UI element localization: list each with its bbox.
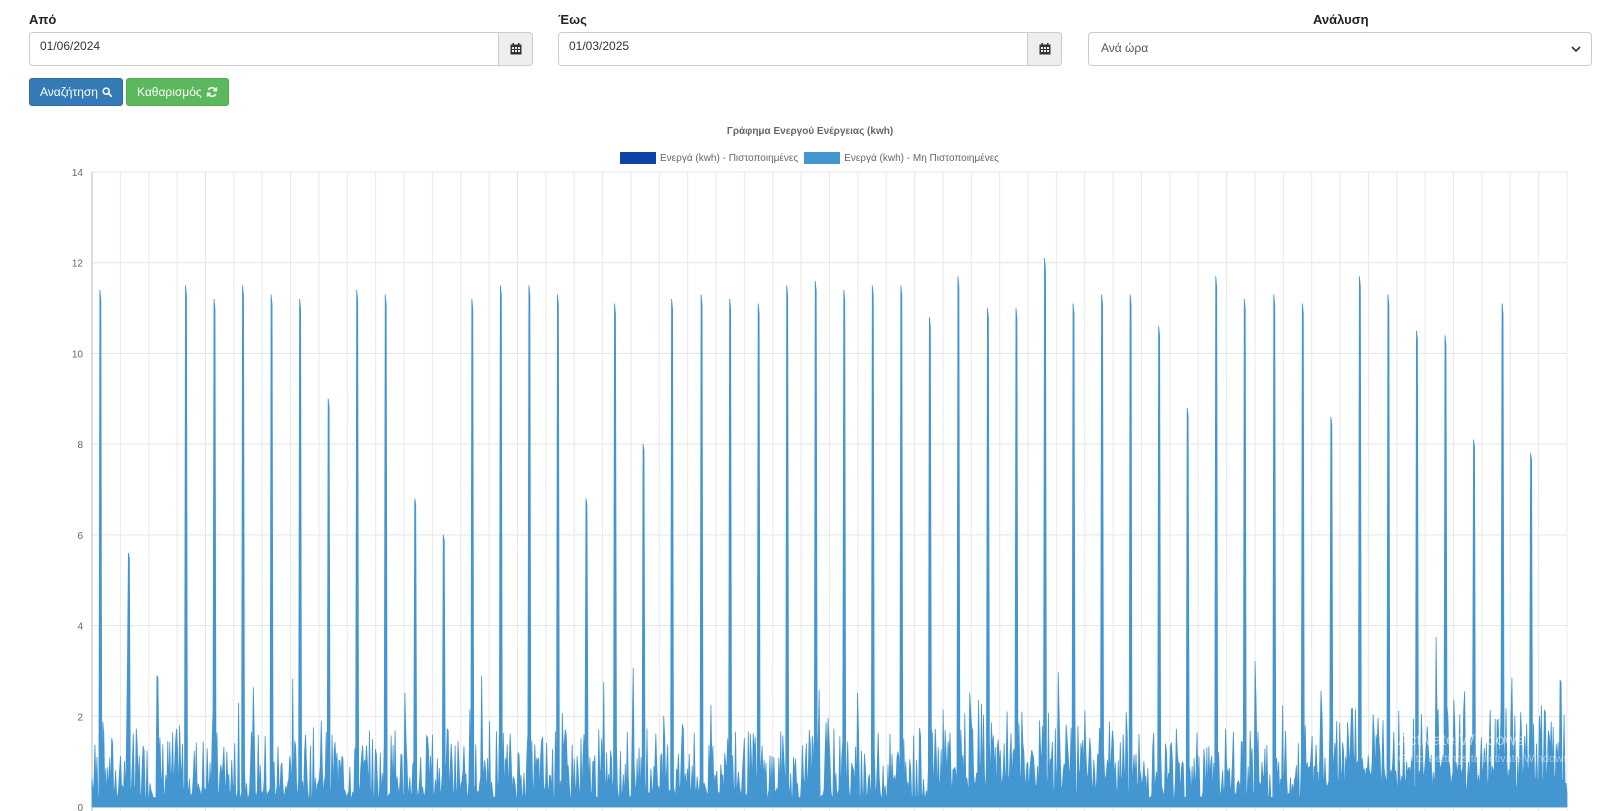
- calendar-icon: [510, 43, 521, 55]
- refresh-icon: [206, 87, 217, 97]
- y-tick-label: 12: [72, 259, 84, 270]
- reset-button-label: Καθαρισμός: [137, 85, 202, 99]
- reset-button[interactable]: Καθαρισμός: [126, 78, 229, 106]
- windows-watermark: Activate Windows Go to Settings to activ…: [1398, 732, 1572, 768]
- y-tick-label: 6: [77, 531, 83, 542]
- to-date-group: 01/03/2025: [558, 32, 1062, 66]
- energy-chart: 0 2 4 6 8 10 12 14: [72, 168, 1568, 811]
- y-tick-label: 14: [72, 168, 84, 179]
- watermark-line2: Go to Settings to activate Windows.: [1398, 753, 1572, 765]
- y-tick-label: 2: [77, 712, 83, 723]
- y-tick-label: 10: [72, 349, 84, 360]
- from-label: Από: [29, 12, 57, 27]
- watermark-line1: Activate Windows: [1398, 732, 1525, 749]
- search-button[interactable]: Αναζήτηση: [29, 78, 123, 106]
- to-calendar-button[interactable]: [1028, 32, 1062, 66]
- analysis-select[interactable]: Ανά ώρα: [1088, 32, 1592, 66]
- from-date-input[interactable]: 01/06/2024: [29, 32, 499, 66]
- search-button-label: Αναζήτηση: [40, 85, 98, 99]
- from-date-group: 01/06/2024: [29, 32, 533, 66]
- y-tick-label: 8: [77, 440, 83, 451]
- to-label: Έως: [558, 12, 587, 27]
- chevron-down-icon: [1571, 46, 1581, 53]
- y-tick-label: 0: [77, 803, 83, 811]
- from-calendar-button[interactable]: [499, 32, 533, 66]
- calendar-icon: [1039, 43, 1050, 55]
- analysis-label: Ανάλυση: [1313, 12, 1369, 27]
- chart-title: Γράφημα Ενεργού Ενέργειας (kwh): [726, 126, 894, 137]
- y-tick-label: 4: [77, 622, 83, 633]
- search-icon: [102, 87, 112, 98]
- to-date-input[interactable]: 01/03/2025: [558, 32, 1028, 66]
- clipped-text-line: [0, 0, 1600, 4]
- analysis-select-value: Ανά ώρα: [1101, 41, 1149, 55]
